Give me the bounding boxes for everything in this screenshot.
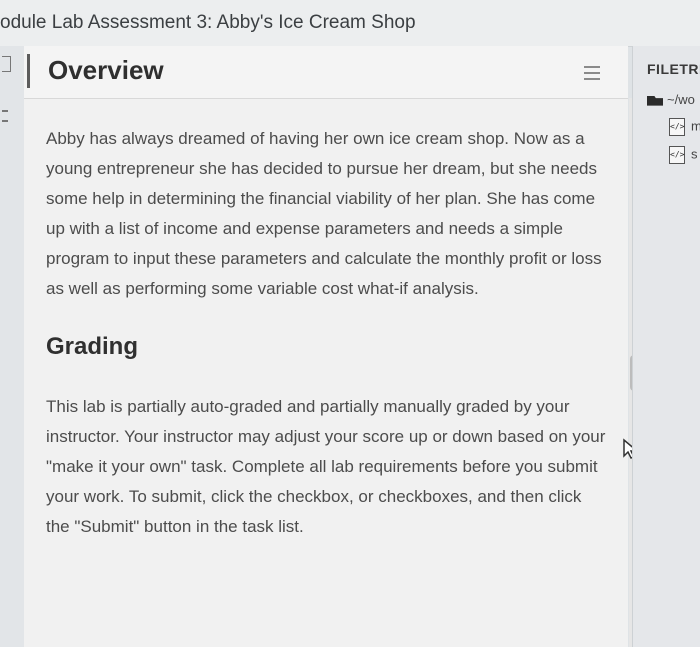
panel-title: Overview — [48, 55, 164, 85]
filetree-title: FILETRE — [647, 61, 700, 77]
instructions-content: Abby has always dreamed of having her ow… — [46, 124, 606, 542]
left-activity-strip — [0, 46, 25, 647]
code-file-icon: </> — [669, 146, 685, 164]
file-item[interactable]: </> s — [669, 146, 698, 164]
folder-icon — [647, 95, 663, 106]
window-titlebar: odule Lab Assessment 3: Abby's Ice Cream… — [0, 0, 700, 47]
list-icon[interactable] — [2, 110, 8, 122]
grading-paragraph: This lab is partially auto-graded and pa… — [46, 397, 606, 536]
panel-toggle-icon[interactable] — [2, 56, 11, 72]
file-item[interactable]: </> m — [669, 118, 700, 136]
code-file-icon: </> — [669, 118, 685, 136]
hamburger-menu-icon[interactable] — [584, 66, 600, 82]
file-label: m — [691, 118, 700, 134]
header-accent-bar — [27, 54, 30, 88]
folder-label: ~/wo — [667, 92, 695, 107]
file-label: s — [691, 146, 698, 162]
grading-heading: Grading — [46, 333, 139, 360]
file-tree-panel: FILETRE ~/wo </> m </> s — [632, 46, 700, 647]
panel-header: Overview — [24, 46, 628, 99]
instructions-panel: Overview Abby has always dreamed of havi… — [24, 46, 640, 647]
folder-item[interactable]: ~/wo — [647, 92, 695, 107]
overview-paragraph: Abby has always dreamed of having her ow… — [46, 129, 602, 298]
app-title: odule Lab Assessment 3: Abby's Ice Cream… — [0, 12, 416, 33]
